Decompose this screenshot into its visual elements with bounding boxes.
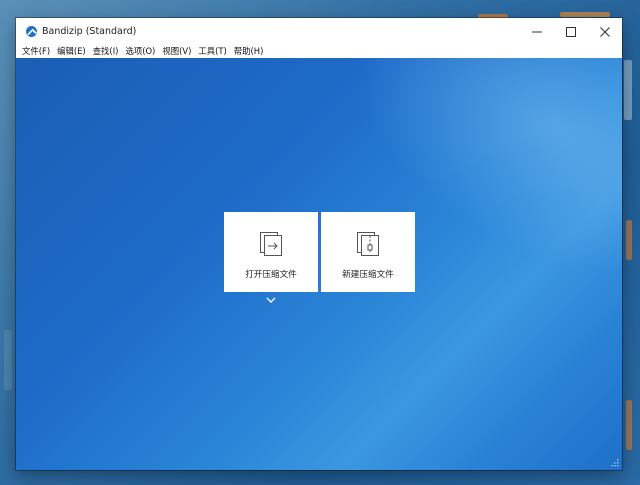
open-archive-button[interactable]: 打开压缩文件 (224, 212, 318, 292)
minimize-button[interactable] (520, 18, 554, 45)
new-archive-label: 新建压缩文件 (342, 270, 394, 280)
menu-file[interactable]: 文件(F) (16, 45, 53, 58)
window-title: Bandizip (Standard) (42, 26, 137, 37)
bandizip-logo-icon (26, 26, 37, 37)
menu-help[interactable]: 帮助(H) (230, 45, 267, 58)
new-archive-icon (357, 232, 379, 256)
maximize-icon (566, 26, 576, 37)
menu-tools[interactable]: 工具(T) (194, 45, 229, 58)
minimize-icon (532, 31, 542, 32)
menu-edit[interactable]: 编辑(E) (53, 45, 89, 58)
new-archive-button[interactable]: 新建压缩文件 (321, 212, 415, 292)
menu-view[interactable]: 视图(V) (158, 45, 194, 58)
title-bar[interactable]: Bandizip (Standard) (16, 18, 622, 45)
window-controls (520, 18, 622, 45)
resize-grip-icon[interactable] (610, 458, 620, 468)
open-archive-label: 打开压缩文件 (245, 270, 297, 280)
menu-find[interactable]: 查找(I) (89, 45, 122, 58)
open-archive-icon (260, 232, 282, 256)
chevron-down-icon[interactable] (265, 296, 277, 304)
bandizip-window: Bandizip (Standard) 文件(F) 编辑(E) 查找(I) 选项… (16, 18, 622, 470)
background-sheen (310, 58, 622, 335)
maximize-button[interactable] (554, 18, 588, 45)
main-content: 打开压缩文件 新建压缩文件 (16, 58, 622, 470)
menu-bar: 文件(F) 编辑(E) 查找(I) 选项(O) 视图(V) 工具(T) 帮助(H… (16, 45, 622, 58)
menu-options[interactable]: 选项(O) (121, 45, 158, 58)
close-button[interactable] (588, 18, 622, 45)
close-icon (600, 26, 610, 37)
